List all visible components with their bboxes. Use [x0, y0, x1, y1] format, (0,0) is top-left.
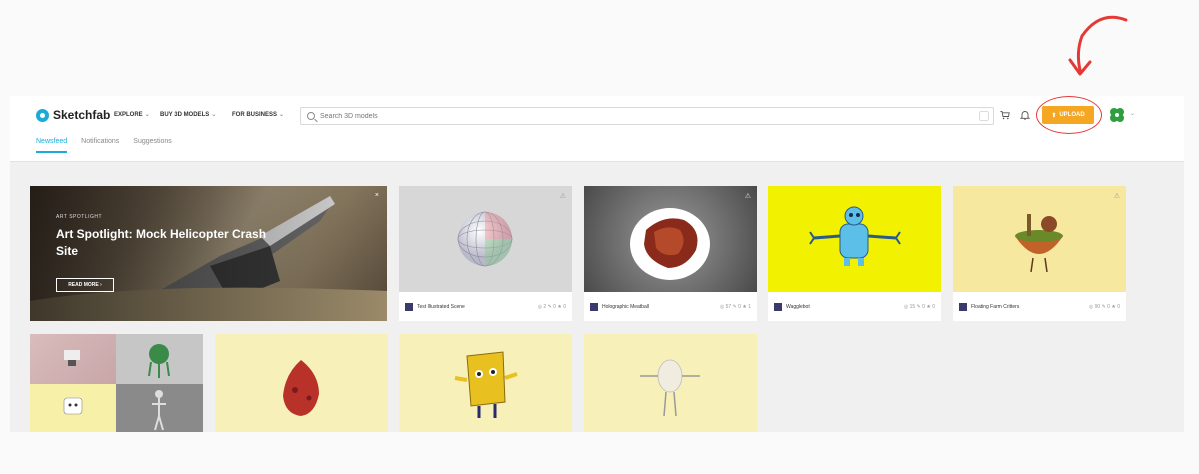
spotlight-kicker: ART SPOTLIGHT [56, 214, 103, 220]
nav-for-business[interactable]: FOR BUSINESS ⌄ [232, 111, 285, 119]
model-stats: ◎ 90 ✎ 0 ★ 0 [1088, 303, 1120, 310]
model-thumbnail[interactable]: ⚠ [584, 186, 757, 292]
search-bar[interactable] [300, 107, 994, 125]
cart-icon[interactable] [1000, 110, 1010, 123]
model-card[interactable]: ⚠ Floating Farm Critters ◎ 90 ✎ 0 ★ 0 [953, 186, 1126, 321]
model-card[interactable]: ⚠ Test Illustrated Scene ◎ 2 ✎ 0 ★ 0 [399, 186, 572, 321]
model-name[interactable]: Test Illustrated Scene [417, 304, 534, 310]
nav-explore-label: EXPLORE [114, 111, 143, 118]
close-icon[interactable]: × [375, 192, 379, 199]
search-option-icon[interactable] [979, 111, 989, 121]
model-name[interactable]: Floating Farm Critters [971, 304, 1085, 310]
model-thumbnail[interactable] [399, 334, 572, 432]
tab-newsfeed[interactable]: Newsfeed [36, 138, 68, 153]
tab-notifications[interactable]: Notifications [81, 138, 119, 153]
art-spotlight-banner[interactable]: ART SPOTLIGHT Art Spotlight: Mock Helico… [30, 186, 387, 321]
model-meta: Wagglebot ◎ 15 ✎ 0 ★ 0 [768, 292, 941, 321]
sketchfab-screenshot: Sketchfab EXPLORE ⌄ BUY 3D MODELS ⌄ FOR … [10, 96, 1184, 432]
tab-suggestions[interactable]: Suggestions [133, 138, 172, 153]
sketchfab-logo-icon [36, 108, 49, 122]
chevron-down-icon: ⌄ [279, 112, 285, 118]
collection-grid-tile[interactable] [30, 334, 203, 432]
upload-highlight-circle [1036, 96, 1102, 134]
search-icon [307, 112, 315, 120]
nav-business-label: FOR BUSINESS [232, 111, 278, 118]
bell-icon[interactable] [1019, 110, 1031, 123]
model-meta: Floating Farm Critters ◎ 90 ✎ 0 ★ 0 [953, 292, 1126, 321]
top-header: Sketchfab EXPLORE ⌄ BUY 3D MODELS ⌄ FOR … [10, 96, 1184, 162]
nav-buy-label: BUY 3D MODELS [160, 111, 210, 118]
collection-thumb [30, 384, 116, 432]
model-card[interactable]: ⚠ Holographic Meatball ◎ 57 ✎ 0 ★ 1 [584, 186, 757, 321]
chevron-down-icon: ⌄ [211, 112, 217, 118]
model-name[interactable]: Holographic Meatball [602, 304, 716, 310]
author-avatar[interactable] [405, 302, 413, 311]
read-more-button[interactable]: READ MORE › [56, 278, 114, 292]
spotlight-title[interactable]: Art Spotlight: Mock Helicopter Crash Sit… [56, 226, 276, 260]
model-thumbnail[interactable] [768, 186, 941, 292]
chevron-down-icon: ⌄ [144, 112, 150, 118]
model-stats: ◎ 15 ✎ 0 ★ 0 [903, 303, 935, 310]
sketchfab-logo[interactable]: Sketchfab [36, 108, 110, 122]
model-thumbnail[interactable]: ⚠ [399, 186, 572, 292]
feed-tabs: Newsfeed Notifications Suggestions [36, 138, 172, 153]
nav-buy-3d-models[interactable]: BUY 3D MODELS ⌄ [160, 111, 217, 119]
model-type-icon: ⚠ [559, 193, 566, 200]
read-more-label: READ MORE [68, 282, 99, 288]
model-meta: Holographic Meatball ◎ 57 ✎ 0 ★ 1 [584, 292, 757, 321]
collection-thumb [116, 334, 203, 384]
model-stats: ◎ 2 ✎ 0 ★ 0 [537, 303, 566, 310]
model-thumbnail[interactable] [215, 334, 388, 432]
author-avatar[interactable] [959, 302, 967, 311]
search-input[interactable] [320, 112, 920, 120]
model-type-icon: ⚠ [1113, 193, 1120, 200]
model-thumbnail[interactable]: ⚠ [953, 186, 1126, 292]
user-avatar-clover-icon[interactable] [1108, 106, 1126, 124]
model-stats: ◎ 57 ✎ 0 ★ 1 [719, 303, 751, 310]
author-avatar[interactable] [590, 302, 598, 311]
collection-thumb [116, 384, 203, 432]
model-thumbnail[interactable] [584, 334, 757, 432]
chevron-down-icon[interactable]: ⌄ [1130, 110, 1135, 117]
model-name[interactable]: Wagglebot [786, 304, 900, 310]
nav-explore[interactable]: EXPLORE ⌄ [114, 111, 150, 119]
model-card[interactable]: Wagglebot ◎ 15 ✎ 0 ★ 0 [768, 186, 941, 321]
annotation-arrow-icon [1068, 15, 1128, 76]
collection-thumb [30, 334, 116, 384]
author-avatar[interactable] [774, 302, 782, 311]
model-type-icon: ⚠ [744, 193, 751, 200]
model-meta: Test Illustrated Scene ◎ 2 ✎ 0 ★ 0 [399, 292, 572, 321]
logo-text: Sketchfab [53, 108, 111, 122]
chevron-right-icon: › [100, 282, 102, 288]
